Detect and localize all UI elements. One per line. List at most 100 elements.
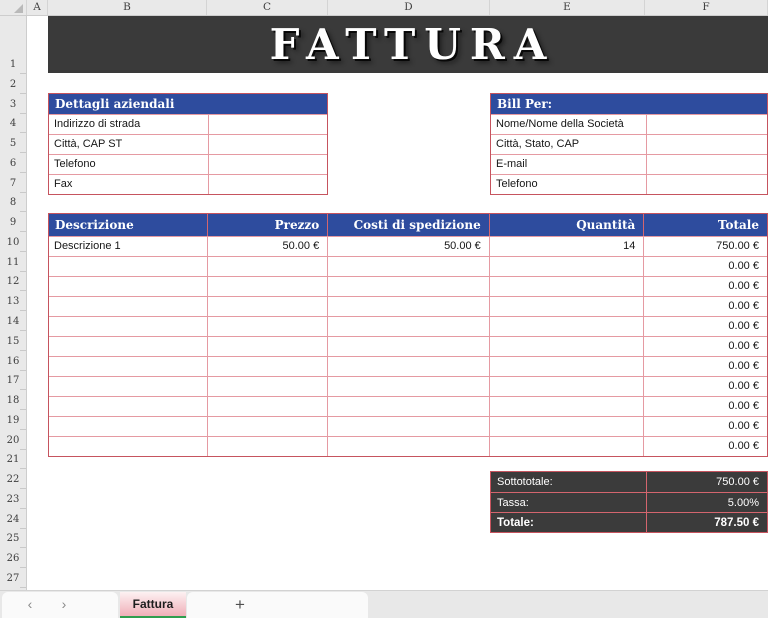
items-column-header[interactable]: Costi di spedizione: [328, 214, 490, 236]
row-header-24[interactable]: 24: [0, 513, 26, 527]
row-header-9[interactable]: 9: [0, 216, 26, 230]
item-cell[interactable]: [49, 297, 208, 316]
summary-value[interactable]: 5.00%: [646, 493, 767, 512]
row-header-11[interactable]: 11: [0, 256, 26, 270]
item-cell[interactable]: [490, 297, 645, 316]
company-details-value-cell[interactable]: [208, 115, 327, 134]
item-cell[interactable]: [328, 437, 490, 456]
column-header-F[interactable]: F: [645, 0, 768, 15]
item-cell[interactable]: [328, 377, 490, 396]
bill-to-value-cell[interactable]: [646, 115, 767, 134]
item-cell[interactable]: [490, 437, 645, 456]
row-header-12[interactable]: 12: [0, 275, 26, 289]
company-details-value-cell[interactable]: [208, 135, 327, 154]
item-cell[interactable]: [208, 277, 329, 296]
bill-to-value-cell[interactable]: [646, 135, 767, 154]
sheet-tab-fattura[interactable]: Fattura: [120, 592, 186, 618]
item-cell[interactable]: [208, 297, 329, 316]
item-cell[interactable]: 750.00 €: [644, 237, 767, 256]
row-header-7[interactable]: 7: [0, 177, 26, 191]
bill-to-value-cell[interactable]: [646, 155, 767, 174]
row-header-8[interactable]: 8: [0, 196, 26, 210]
column-header-D[interactable]: D: [328, 0, 490, 15]
item-cell[interactable]: 0.00 €: [644, 377, 767, 396]
item-cell[interactable]: [328, 397, 490, 416]
company-details-label-cell[interactable]: Indirizzo di strada: [49, 115, 208, 134]
item-cell[interactable]: [328, 317, 490, 336]
column-header-E[interactable]: E: [490, 0, 645, 15]
item-cell[interactable]: [490, 257, 645, 276]
item-cell[interactable]: Descrizione 1: [49, 237, 208, 256]
row-header-10[interactable]: 10: [0, 236, 26, 250]
row-header-23[interactable]: 23: [0, 493, 26, 507]
summary-label[interactable]: Sottototale:: [491, 472, 646, 492]
item-cell[interactable]: [328, 277, 490, 296]
row-header-1[interactable]: 1: [0, 58, 26, 72]
row-header-22[interactable]: 22: [0, 473, 26, 487]
item-cell[interactable]: [328, 257, 490, 276]
item-cell[interactable]: [328, 357, 490, 376]
item-cell[interactable]: [49, 357, 208, 376]
item-cell[interactable]: 14: [490, 237, 645, 256]
item-cell[interactable]: [49, 437, 208, 456]
item-cell[interactable]: 0.00 €: [644, 417, 767, 436]
company-details-label-cell[interactable]: Telefono: [49, 155, 208, 174]
row-header-16[interactable]: 16: [0, 355, 26, 369]
next-sheet-button[interactable]: ›: [54, 592, 74, 618]
item-cell[interactable]: [490, 417, 645, 436]
items-column-header[interactable]: Quantità: [490, 214, 645, 236]
item-cell[interactable]: [208, 357, 329, 376]
items-column-header[interactable]: Totale: [644, 214, 767, 236]
bill-to-label-cell[interactable]: E-mail: [491, 155, 646, 174]
summary-value[interactable]: 750.00 €: [646, 472, 767, 492]
item-cell[interactable]: 0.00 €: [644, 257, 767, 276]
summary-label[interactable]: Totale:: [491, 513, 646, 532]
item-cell[interactable]: [208, 257, 329, 276]
row-header-19[interactable]: 19: [0, 414, 26, 428]
item-cell[interactable]: [208, 437, 329, 456]
row-header-3[interactable]: 3: [0, 98, 26, 112]
item-cell[interactable]: 0.00 €: [644, 317, 767, 336]
item-cell[interactable]: [49, 397, 208, 416]
row-header-17[interactable]: 17: [0, 374, 26, 388]
add-sheet-button[interactable]: +: [229, 592, 251, 618]
item-cell[interactable]: 0.00 €: [644, 357, 767, 376]
item-cell[interactable]: [49, 257, 208, 276]
item-cell[interactable]: [49, 417, 208, 436]
item-cell[interactable]: [490, 397, 645, 416]
item-cell[interactable]: 0.00 €: [644, 337, 767, 356]
item-cell[interactable]: [490, 277, 645, 296]
item-cell[interactable]: [328, 337, 490, 356]
item-cell[interactable]: 50.00 €: [328, 237, 490, 256]
bill-to-label-cell[interactable]: Nome/Nome della Società: [491, 115, 646, 134]
item-cell[interactable]: [208, 377, 329, 396]
row-header-15[interactable]: 15: [0, 335, 26, 349]
select-all-corner[interactable]: [0, 0, 27, 15]
item-cell[interactable]: [49, 337, 208, 356]
item-cell[interactable]: [49, 317, 208, 336]
item-cell[interactable]: [208, 397, 329, 416]
column-header-A[interactable]: A: [27, 0, 48, 15]
row-header-25[interactable]: 25: [0, 532, 26, 546]
item-cell[interactable]: [328, 297, 490, 316]
item-cell[interactable]: [490, 337, 645, 356]
item-cell[interactable]: [208, 337, 329, 356]
bill-to-header[interactable]: Bill Per:: [491, 94, 767, 114]
row-header-18[interactable]: 18: [0, 394, 26, 408]
item-cell[interactable]: 0.00 €: [644, 397, 767, 416]
company-details-header[interactable]: Dettagli aziendali: [49, 94, 327, 114]
item-cell[interactable]: 50.00 €: [208, 237, 329, 256]
invoice-title-cell[interactable]: FATTURA: [48, 16, 768, 73]
row-header-27[interactable]: 27: [0, 572, 26, 586]
bill-to-label-cell[interactable]: Città, Stato, CAP: [491, 135, 646, 154]
bill-to-value-cell[interactable]: [646, 175, 767, 194]
row-header-26[interactable]: 26: [0, 552, 26, 566]
item-cell[interactable]: [490, 357, 645, 376]
item-cell[interactable]: 0.00 €: [644, 437, 767, 456]
company-details-value-cell[interactable]: [208, 175, 327, 194]
item-cell[interactable]: [208, 317, 329, 336]
item-cell[interactable]: [49, 277, 208, 296]
row-header-5[interactable]: 5: [0, 137, 26, 151]
row-header-2[interactable]: 2: [0, 78, 26, 92]
summary-value[interactable]: 787.50 €: [646, 513, 767, 532]
